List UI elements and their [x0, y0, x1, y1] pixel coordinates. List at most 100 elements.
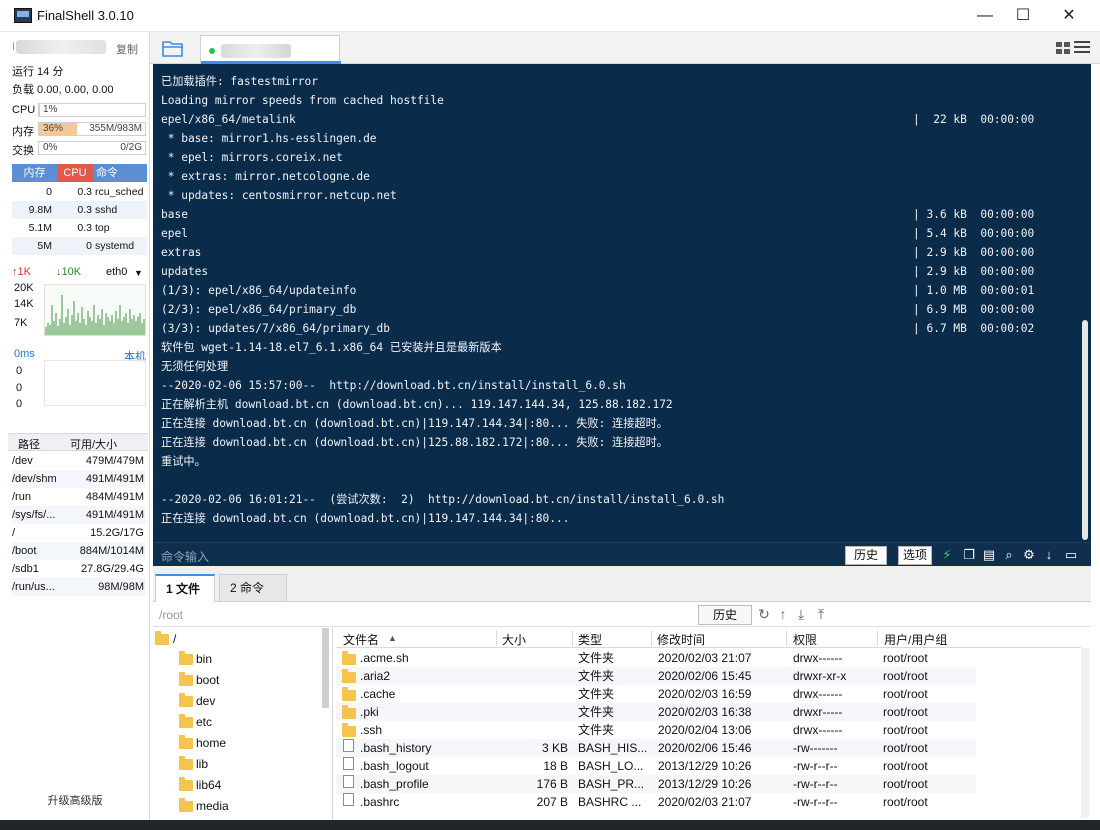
disk-header-size[interactable]: 可用/大小 [70, 436, 117, 452]
proc-header-cpu[interactable]: CPU [57, 164, 93, 182]
disk-row[interactable]: / 15.2G/17G [12, 524, 146, 542]
menu-icon[interactable] [1074, 41, 1090, 54]
tree-item-label: bin [196, 652, 213, 666]
disk-row[interactable]: /sdb1 27.8G/29.4G [12, 560, 146, 578]
file-mtime: 2013/12/29 10:26 [658, 777, 752, 791]
layout-grid-icon[interactable] [1056, 42, 1070, 54]
up-directory-icon[interactable]: ↑ [775, 606, 791, 622]
col-name[interactable]: 文件名 [343, 631, 379, 648]
process-row[interactable]: 9.8M 0.3 sshd [12, 201, 147, 219]
tree-item-label: home [196, 736, 227, 750]
proc-cpu: 0 [86, 240, 92, 252]
disk-row[interactable]: /boot 884M/1014M [12, 542, 146, 560]
disk-row[interactable]: /run 484M/491M [12, 488, 146, 506]
col-permissions[interactable]: 权限 [793, 631, 817, 648]
col-mtime[interactable]: 修改时间 [657, 631, 705, 648]
terminal-line: --2020-02-06 15:57:00-- http://download.… [161, 379, 626, 392]
download-icon[interactable]: ⤓ [793, 606, 809, 622]
file-list[interactable]: 文件名 ▲ 大小 类型 修改时间 权限 用户/用户组 .acme.sh 文件夹 20… [336, 628, 1091, 820]
proc-header-mem[interactable]: 内存 [12, 164, 57, 182]
file-list-scrollbar[interactable] [1081, 648, 1089, 818]
terminal-line: 无须任何处理 [161, 360, 229, 373]
disk-row[interactable]: /dev 479M/479M [12, 452, 146, 470]
disk-header-path[interactable]: 路径 [18, 436, 40, 452]
file-mtime: 2020/02/06 15:46 [658, 741, 752, 755]
cpu-label: CPU [12, 104, 36, 116]
col-owner[interactable]: 用户/用户组 [884, 631, 947, 648]
file-name: .acme.sh [360, 651, 409, 665]
terminal-line: * epel: mirrors.coreix.net [161, 151, 343, 164]
file-row[interactable]: .bash_history 3 KB BASH_HIS... 2020/02/06 1… [336, 739, 976, 757]
col-type[interactable]: 类型 [578, 631, 602, 648]
arrow-down-icon[interactable]: ↓ [1041, 547, 1057, 563]
file-row[interactable]: .aria2 文件夹 2020/02/06 15:45 drwxr-xr-x root/… [336, 667, 976, 685]
file-owner: root/root [883, 759, 928, 773]
terminal-line: 软件包 wget-1.14-18.el7_6.1.x86_64 已安装并且是最新… [161, 341, 502, 354]
minimize-panel-icon[interactable]: ▭ [1063, 547, 1079, 563]
panel-splitter[interactable] [153, 566, 1091, 574]
file-row[interactable]: .bash_profile 176 B BASH_PR... 2013/12/29 1… [336, 775, 976, 793]
file-row[interactable]: .bashrc 207 B BASHRC ... 2020/02/03 21:07 -r… [336, 793, 976, 811]
history-button[interactable]: 历史 [845, 546, 888, 565]
file-mtime: 2020/02/03 21:07 [658, 795, 752, 809]
process-row[interactable]: 0 0.3 rcu_sched [12, 183, 147, 201]
upgrade-link[interactable]: 升级高级版 [0, 792, 150, 808]
file-size: 207 B [536, 795, 568, 809]
upload-icon[interactable]: ⤒ [813, 606, 829, 622]
proc-mem: 0 [46, 186, 52, 198]
tab-files[interactable]: 1 文件 [155, 574, 215, 602]
disk-row[interactable]: /run/us... 98M/98M [12, 578, 146, 596]
terminal-line: epel/x86_64/metalink [161, 113, 296, 126]
tree-scrollbar[interactable] [322, 628, 329, 708]
file-row[interactable]: .pki 文件夹 2020/02/03 16:38 drwxr----- root/ro… [336, 703, 976, 721]
server-status-panel: II 复制 运行 14 分 负载 0.00, 0.00, 0.00 CPU 1%… [0, 32, 150, 830]
file-name: .bashrc [360, 795, 400, 809]
chevron-down-icon[interactable]: ▼ [134, 268, 143, 278]
refresh-icon[interactable]: ↻ [756, 606, 772, 622]
load-text: 负载 0.00, 0.00, 0.00 [12, 84, 114, 96]
network-graph [44, 284, 146, 336]
paste-icon[interactable]: ▤ [981, 547, 997, 563]
file-type: 文件夹 [578, 669, 615, 683]
file-row[interactable]: .acme.sh 文件夹 2020/02/03 21:07 drwx------ roo… [336, 649, 976, 667]
file-name: .bash_history [360, 741, 432, 755]
session-tab[interactable] [200, 35, 341, 64]
net-interface-select[interactable]: eth0 [106, 266, 127, 278]
cpu-meter: 1% [38, 103, 146, 117]
file-row[interactable]: .cache 文件夹 2020/02/03 16:59 drwx------ root/… [336, 685, 976, 703]
terminal-output[interactable]: 命令输入 历史 选项 ⚡ ❐ ▤ ⌕ ⚙ ↓ ▭ 已加载插件: fastestm… [153, 64, 1091, 566]
swap-value: 0/2G [120, 142, 142, 153]
disk-row[interactable]: /dev/shm 491M/491M [12, 470, 146, 488]
folder-icon [179, 777, 193, 791]
close-button[interactable]: ✕ [1046, 0, 1092, 32]
file-row[interactable]: .ssh 文件夹 2020/02/04 13:06 drwx------ root/ro… [336, 721, 976, 739]
maximize-button[interactable]: ☐ [1000, 0, 1046, 32]
ip-address-blurred [16, 40, 106, 54]
terminal-scrollbar[interactable] [1082, 320, 1088, 540]
options-button[interactable]: 选项 [898, 546, 933, 565]
path-input[interactable]: /root [159, 608, 183, 622]
sort-asc-icon[interactable]: ▲ [388, 633, 397, 643]
process-row[interactable]: 5.1M 0.3 top [12, 219, 147, 237]
lightning-icon[interactable]: ⚡ [939, 547, 955, 563]
terminal-line: Loading mirror speeds from cached hostfi… [161, 94, 444, 107]
disk-row[interactable]: /sys/fs/... 491M/491M [12, 506, 146, 524]
terminal-line: (3/3): updates/7/x86_64/primary_db [161, 322, 391, 335]
gear-icon[interactable]: ⚙ [1021, 547, 1037, 563]
open-folder-icon[interactable] [162, 39, 184, 57]
file-perm: drwx------ [793, 651, 843, 665]
directory-tree[interactable]: / bin boot dev etc home lib lib64 media [153, 628, 333, 820]
process-row[interactable]: 5M 0 systemd [12, 237, 147, 255]
net-tick: 7K [14, 317, 28, 329]
search-icon[interactable]: ⌕ [1001, 547, 1017, 563]
file-owner: root/root [883, 669, 928, 683]
file-row[interactable]: .bash_logout 18 B BASH_LO... 2013/12/29 10:… [336, 757, 976, 775]
command-input-bar[interactable]: 命令输入 历史 选项 ⚡ ❐ ▤ ⌕ ⚙ ↓ ▭ [153, 542, 1091, 566]
tab-commands[interactable]: 2 命令 [219, 574, 287, 602]
copy-ip-button[interactable]: 复制 [116, 41, 138, 57]
proc-header-cmd[interactable]: 命令 [93, 164, 147, 182]
copy-icon[interactable]: ❐ [961, 547, 977, 563]
command-input[interactable]: 命令输入 [161, 548, 209, 565]
path-history-button[interactable]: 历史 [698, 605, 752, 625]
col-size[interactable]: 大小 [502, 631, 526, 648]
